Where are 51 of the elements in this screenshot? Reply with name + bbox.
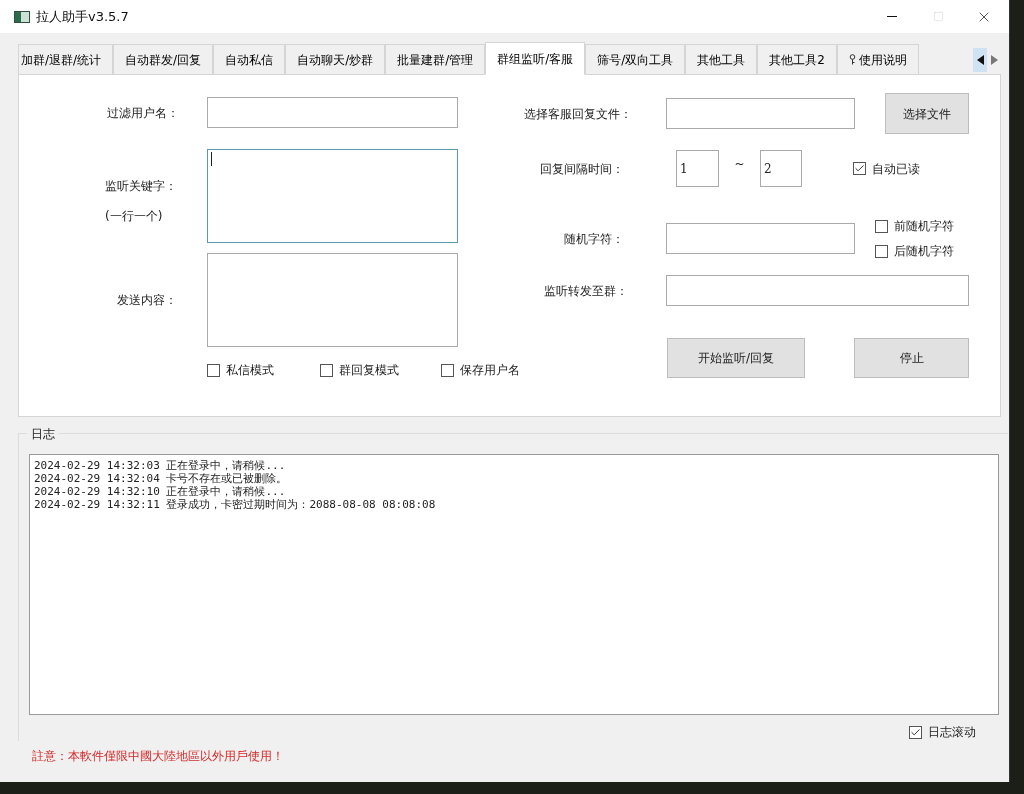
window-title: 拉人助手v3.5.7 — [36, 7, 129, 26]
field-hint: (一行一个) — [105, 208, 164, 225]
check-icon — [910, 726, 921, 738]
maximize-icon — [932, 11, 944, 22]
choose-file-button[interactable]: 选择文件 — [885, 93, 969, 134]
checkbox[interactable]: 前随机字符 — [875, 217, 954, 235]
field-label: 回复间隔时间： — [539, 160, 624, 178]
interval-to-field[interactable]: 2 — [760, 150, 802, 187]
tab[interactable]: 自动群发/回复 — [113, 44, 214, 75]
key-icon — [848, 54, 856, 65]
tab[interactable]: 自动私信 — [213, 44, 286, 75]
reply-file-field[interactable] — [666, 98, 855, 129]
tab[interactable]: 其他工具2 — [757, 44, 837, 75]
forward-group-field[interactable] — [666, 275, 969, 306]
checkbox[interactable]: 后随机字符 — [875, 242, 954, 260]
content-field[interactable] — [207, 253, 458, 347]
range-separator: ~ — [733, 155, 746, 173]
auto-read-checkbox[interactable]: 自动已读 — [853, 159, 920, 178]
minimize-icon — [887, 16, 897, 17]
field-label: 选择客服回复文件： — [523, 105, 632, 123]
checkbox[interactable]: 私信模式 — [207, 361, 320, 379]
log-title: 日志 — [27, 425, 59, 443]
random-chars-field[interactable] — [666, 223, 855, 254]
stop-button[interactable]: 停止 — [854, 338, 969, 378]
log-scroll-checkbox[interactable]: 日志滚动 — [909, 723, 976, 741]
tab[interactable]: 批量建群/管理 — [385, 44, 486, 75]
checkbox[interactable]: 保存用户名 — [441, 361, 520, 379]
tab[interactable]: 群组监听/客服 — [485, 42, 586, 75]
tab[interactable]: 加群/退群/统计 — [18, 44, 114, 75]
field-label: 监听转发至群： — [543, 282, 628, 300]
checkbox[interactable]: 群回复模式 — [319, 361, 441, 379]
field-label: 监听关键字： — [105, 178, 178, 195]
keywords-field[interactable] — [207, 149, 458, 243]
username-filter-field[interactable] — [207, 97, 458, 128]
tab[interactable]: 其他工具 — [685, 44, 758, 75]
field-label: 发送内容： — [116, 292, 177, 309]
field-label: 过滤用户名： — [106, 104, 179, 122]
tab[interactable]: 自动聊天/炒群 — [285, 44, 386, 75]
log-line: 2024-02-29 14:32:03 正在登录中，请稍候... — [34, 459, 287, 472]
start-button[interactable]: 开始监听/回复 — [667, 338, 805, 378]
tab[interactable]: 使用说明 — [836, 44, 919, 75]
interval-from-field[interactable]: 1 — [676, 150, 719, 187]
scroll-left-icon[interactable] — [973, 47, 987, 72]
app-icon — [14, 10, 30, 23]
log-line: 2024-02-29 14:32:10 正在登录中，请稍候... — [34, 485, 287, 498]
notice-text: 註意：本軟件僅限中國大陸地區以外用戶使用！ — [32, 748, 285, 765]
field-label: 随机字符： — [563, 230, 624, 248]
check-icon — [854, 163, 865, 174]
tab[interactable]: 筛号/双向工具 — [585, 44, 686, 75]
log-line: 2024-02-29 14:32:04 卡号不存在或已被删除。 — [34, 472, 289, 485]
log-line: 2024-02-29 14:32:11 登录成功，卡密过期时间为：2088-08-08 08:08:08 — [34, 498, 437, 511]
